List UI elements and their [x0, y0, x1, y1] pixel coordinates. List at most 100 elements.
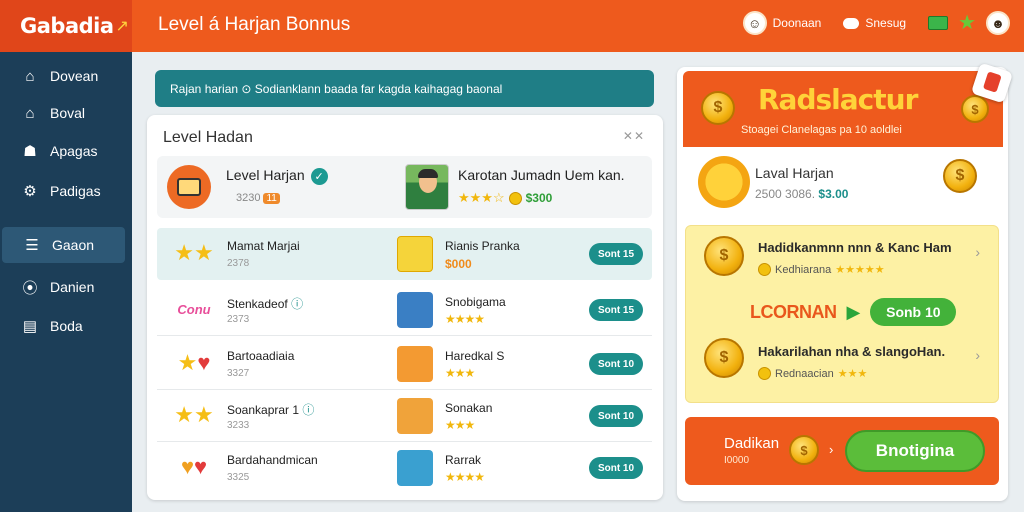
row-sub: 2373	[227, 314, 250, 325]
user-menu[interactable]: ☺ Doonaan	[742, 11, 822, 35]
row-button[interactable]: Sont 10	[589, 353, 643, 375]
list-icon: ☰	[25, 237, 39, 254]
level-panel: Level Hadan ✕✕ Level Harjan ✓ 3230 11 Karo…	[147, 115, 663, 500]
sidebar-item-dovean[interactable]: ⌂ Dovean	[0, 58, 132, 94]
claim-row: LCORNAN ▶ Sonb 10	[750, 298, 957, 326]
row-name: Soankaprar 1 ⓘ	[227, 403, 315, 417]
close-icon[interactable]: ✕✕	[623, 129, 645, 143]
cloud-menu[interactable]: Snesug	[843, 16, 906, 30]
sidebar-item-label: Boval	[50, 105, 86, 121]
row-button[interactable]: Sont 10	[589, 405, 643, 427]
user-label: Doonaan	[772, 16, 822, 30]
row-title: Rianis Pranka	[445, 239, 520, 253]
bottom-action-bar: Dadikan I0000 $ › Bnotigina	[685, 417, 999, 485]
wallet-icon: ▤	[22, 318, 38, 335]
cloud-icon	[843, 17, 860, 29]
level-summary: Laval Harjan 2500 3086. $3.00 $	[683, 151, 1003, 221]
money-icon[interactable]	[928, 16, 949, 30]
featured-second-name: Karotan Jumadn Uem kan.	[458, 167, 625, 183]
sidebar-item-apagas[interactable]: ☗ Apagas	[0, 133, 132, 169]
reward-card: $ Hadidkanmnn nnn & Kanc Ham Kedhiarana …	[685, 225, 999, 403]
logo[interactable]: Gabadia ↗	[0, 0, 132, 52]
row-button[interactable]: Sont 15	[589, 299, 643, 321]
row-sub: 3327	[227, 368, 250, 379]
star-icon[interactable]: ★	[958, 13, 976, 33]
page-title: Level á Harjan Bonnus	[158, 14, 351, 35]
sidebar-item-label: Boda	[50, 318, 83, 334]
tool-thumb-icon	[397, 398, 433, 434]
level-name: Laval Harjan	[755, 165, 834, 181]
level-sub: 2500 3086. $3.00	[755, 187, 849, 201]
rating-stars: ★★★☆	[458, 190, 505, 205]
chevron-right-icon[interactable]: ›	[975, 244, 980, 260]
rating-stars: ★★★	[445, 418, 475, 432]
stars-icon: ★★	[174, 240, 214, 265]
sidebar-item-label: Padigas	[50, 183, 101, 199]
sidebar-item-label: Gaaon	[52, 237, 95, 253]
row-price: $000	[445, 257, 472, 271]
coin-icon	[758, 367, 771, 380]
row-title: Sonakan	[445, 401, 493, 415]
heart-pin-icon: ♥ ♥	[180, 454, 208, 479]
prize-thumb-icon	[397, 236, 433, 272]
bottom-sub: I0000	[724, 455, 750, 466]
rewards-title: Radslactur	[758, 83, 918, 116]
bottom-label: Dadikan	[724, 435, 780, 452]
claim-button[interactable]: Sonb 10	[870, 298, 957, 326]
row-name: Stenkadeof ⓘ	[227, 297, 304, 311]
coin-icon: $	[789, 435, 819, 465]
stars-icon: ★★	[174, 402, 214, 427]
sidebar: ⌂ Dovean ⌂ Boval ☗ Apagas ⚙ Padigas ☰ Ga…	[0, 52, 132, 512]
sidebar-item-danien[interactable]: ⦿ Danien	[0, 269, 132, 305]
sidebar-item-label: Danien	[50, 279, 95, 295]
row-title: Snobigama	[445, 295, 506, 309]
rating-stars: ★★★★	[445, 312, 485, 326]
sidebar-item-gaaon[interactable]: ☰ Gaaon	[2, 227, 125, 263]
sun-icon	[698, 156, 750, 208]
chevron-right-icon: ›	[829, 442, 834, 457]
house-icon: ⌂	[25, 104, 35, 122]
rating-stars: ★★★★★	[835, 264, 885, 276]
gear-icon: ⚙	[23, 183, 37, 200]
row-name: Mamat Marjai	[227, 239, 300, 253]
box-thumb-icon	[397, 346, 433, 382]
home-icon: ⌂	[25, 67, 35, 85]
coin-icon: $	[704, 338, 744, 378]
rating-stars: ★★★★	[445, 470, 485, 484]
row-button[interactable]: Sont 15	[589, 243, 643, 265]
brand-logo: Conu	[177, 301, 211, 317]
featured-name: Level Harjan ✓	[226, 167, 328, 185]
star-heart-icon: ★ ♥	[177, 350, 211, 375]
rewards-subtitle: Stoagei Clanelagas pa 10 aoldlei	[741, 124, 902, 136]
bottom-action-button[interactable]: Bnotigina	[845, 430, 985, 472]
profile-avatar[interactable]: ☻	[986, 11, 1010, 35]
panel-title: Level Hadan	[163, 129, 253, 146]
row-button[interactable]: Sont 10	[589, 457, 643, 479]
rating-stars: ★★★	[837, 368, 868, 380]
list-item[interactable]: ★★ Soankaprar 1 ⓘ 3233 Sonakan ★★★ Sont …	[157, 390, 652, 442]
chevron-right-icon[interactable]: ›	[975, 347, 980, 363]
info-icon: ⓘ	[302, 403, 315, 417]
card-sub: Kedhiarana ★★★★★	[758, 263, 885, 276]
player-photo	[405, 164, 449, 210]
card-title[interactable]: Hakarilahan nha & slangoHan.	[758, 344, 945, 359]
avatar-icon: ☺	[742, 11, 767, 35]
card-title[interactable]: Hadidkanmnn nnn & Kanc Ham	[758, 240, 952, 255]
row-title: Haredkal S	[445, 349, 505, 363]
sidebar-item-padigas[interactable]: ⚙ Padigas	[0, 173, 132, 209]
row-name: Bardahandmican	[227, 453, 318, 467]
list-item[interactable]: ♥ ♥ Bardahandmican 3325 Rarrak ★★★★ Sont …	[157, 442, 652, 494]
sidebar-item-boval[interactable]: ⌂ Boval	[0, 95, 132, 131]
game-icon	[167, 165, 211, 209]
list-item[interactable]: ★ ♥ Bartoaadiaia 3327 Haredkal S ★★★ Sont…	[157, 338, 652, 390]
list-item[interactable]: Conu Stenkadeof ⓘ 2373 Snobigama ★★★★ So…	[157, 284, 652, 336]
logo-text: Gabadia	[20, 14, 114, 38]
row-sub: 3233	[227, 420, 250, 431]
coin-icon	[758, 263, 771, 276]
featured-row[interactable]: Level Harjan ✓ 3230 11 Karotan Jumadn Uem …	[157, 156, 652, 218]
key-coin-icon: $	[943, 159, 977, 193]
sidebar-item-boda[interactable]: ▤ Boda	[0, 308, 132, 344]
list-item[interactable]: ★★ Mamat Marjai 2378 Rianis Pranka $000 …	[157, 228, 652, 280]
row-sub: 2378	[227, 258, 250, 269]
row-title: Rarrak	[445, 453, 482, 467]
